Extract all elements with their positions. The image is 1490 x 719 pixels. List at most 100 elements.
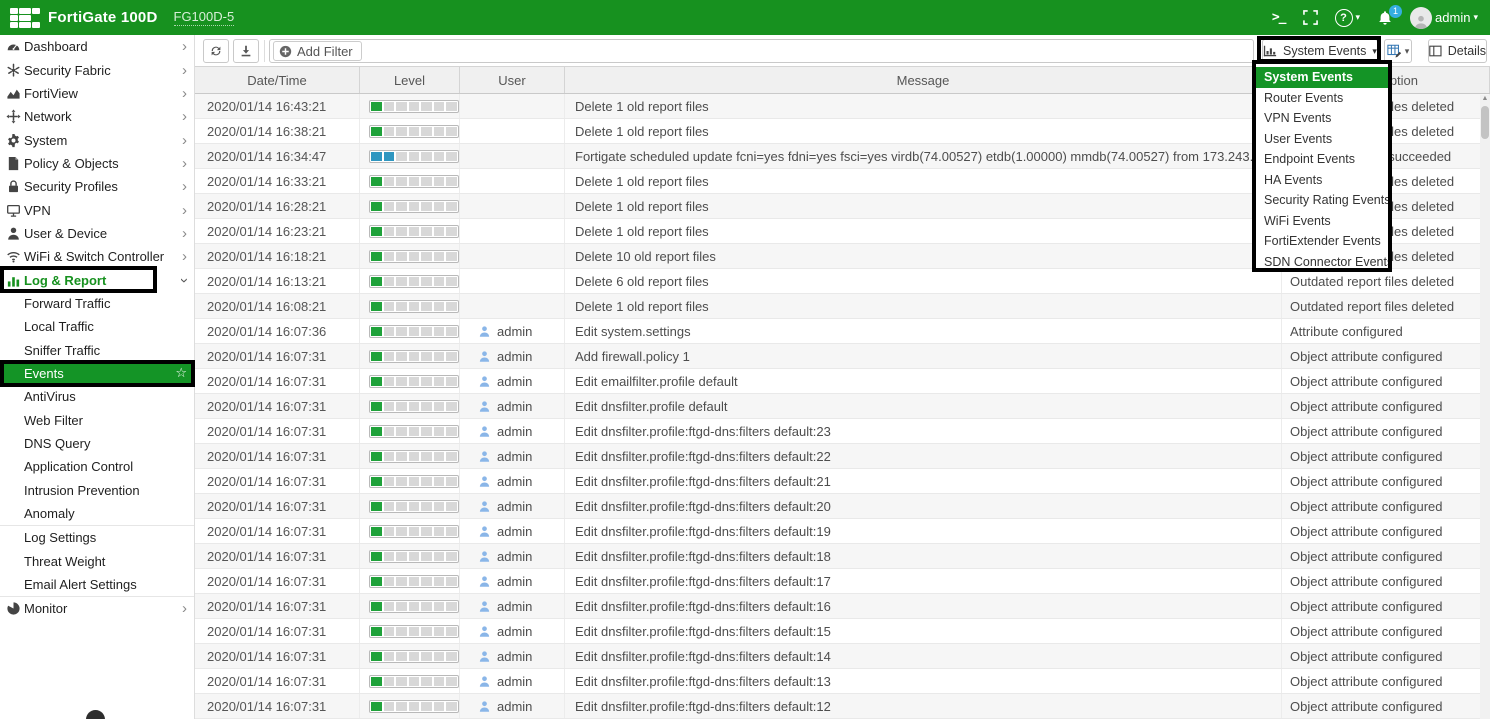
- column-header-user[interactable]: User: [460, 67, 565, 93]
- sidebar-item-dashboard[interactable]: Dashboard›: [0, 35, 194, 58]
- help-menu-button[interactable]: ? ▾: [1335, 9, 1361, 27]
- cell-message: Edit dnsfilter.profile:ftgd-dns:filters …: [565, 519, 1282, 543]
- chart-bars-icon: [6, 273, 21, 288]
- table-row[interactable]: 2020/01/14 16:07:31adminEdit dnsfilter.p…: [195, 494, 1490, 519]
- table-row[interactable]: 2020/01/14 16:13:21Delete 6 old report f…: [195, 269, 1490, 294]
- sidebar-item-events[interactable]: Events☆: [0, 362, 194, 385]
- filter-bar[interactable]: Add Filter: [269, 39, 1254, 63]
- cli-console-icon[interactable]: >_: [1272, 10, 1286, 25]
- table-row[interactable]: 2020/01/14 16:07:31adminEdit dnsfilter.p…: [195, 444, 1490, 469]
- sidebar-item-log-report[interactable]: Log & Report›: [0, 268, 194, 291]
- table-row[interactable]: 2020/01/14 16:07:31adminEdit dnsfilter.p…: [195, 394, 1490, 419]
- download-log-button[interactable]: [233, 39, 259, 63]
- refresh-button[interactable]: [203, 39, 229, 63]
- sidebar-item-security-fabric[interactable]: Security Fabric›: [0, 58, 194, 81]
- table-row[interactable]: 2020/01/14 16:07:31adminEdit dnsfilter.p…: [195, 569, 1490, 594]
- table-row[interactable]: 2020/01/14 16:07:31adminEdit dnsfilter.p…: [195, 519, 1490, 544]
- cell-message: Add firewall.policy 1: [565, 344, 1282, 368]
- table-row[interactable]: 2020/01/14 16:07:31adminEdit dnsfilter.p…: [195, 544, 1490, 569]
- sidebar-item-log-settings[interactable]: Log Settings: [0, 525, 194, 549]
- sidebar-item-email-alert-settings[interactable]: Email Alert Settings: [0, 573, 194, 596]
- cell-datetime: 2020/01/14 16:07:31: [195, 444, 360, 468]
- table-row[interactable]: 2020/01/14 16:07:36adminEdit system.sett…: [195, 319, 1490, 344]
- dropdown-item-security-rating-events[interactable]: Security Rating Events: [1256, 190, 1388, 211]
- cell-description: Object attribute configured: [1282, 594, 1490, 618]
- table-row[interactable]: 2020/01/14 16:07:31adminEdit dnsfilter.p…: [195, 694, 1490, 719]
- table-row[interactable]: 2020/01/14 16:07:31adminEdit emailfilter…: [195, 369, 1490, 394]
- add-filter-button[interactable]: Add Filter: [273, 41, 362, 61]
- dropdown-item-vpn-events[interactable]: VPN Events: [1256, 108, 1388, 129]
- table-row[interactable]: 2020/01/14 16:07:31adminEdit dnsfilter.p…: [195, 469, 1490, 494]
- dropdown-item-router-events[interactable]: Router Events: [1256, 88, 1388, 109]
- sidebar-item-label: Web Filter: [24, 413, 83, 428]
- sidebar-item-application-control[interactable]: Application Control: [0, 455, 194, 478]
- dropdown-item-sdn-connector-events[interactable]: SDN Connector Events: [1256, 252, 1388, 273]
- table-row[interactable]: 2020/01/14 16:07:31adminAdd firewall.pol…: [195, 344, 1490, 369]
- sidebar-item-web-filter[interactable]: Web Filter: [0, 409, 194, 432]
- table-row[interactable]: 2020/01/14 16:07:31adminEdit dnsfilter.p…: [195, 669, 1490, 694]
- sidebar-item-anomaly[interactable]: Anomaly: [0, 502, 194, 525]
- cell-message: Delete 1 old report files: [565, 194, 1282, 218]
- cell-level: [360, 619, 460, 643]
- scrollbar-track[interactable]: ▲: [1480, 95, 1490, 719]
- cell-message: Edit dnsfilter.profile:ftgd-dns:filters …: [565, 544, 1282, 568]
- sidebar-item-intrusion-prevention[interactable]: Intrusion Prevention: [0, 479, 194, 502]
- sidebar-item-system[interactable]: System›: [0, 128, 194, 151]
- sidebar-item-policy-objects[interactable]: Policy & Objects›: [0, 152, 194, 175]
- sidebar-item-user-device[interactable]: User & Device›: [0, 222, 194, 245]
- sidebar-item-dns-query[interactable]: DNS Query: [0, 432, 194, 455]
- user-menu-button[interactable]: admin ▾: [1410, 7, 1478, 29]
- sidebar-item-network[interactable]: Network›: [0, 105, 194, 128]
- cell-level: [360, 494, 460, 518]
- sidebar-item-sniffer-traffic[interactable]: Sniffer Traffic: [0, 338, 194, 361]
- sidebar-item-security-profiles[interactable]: Security Profiles›: [0, 175, 194, 198]
- scroll-up-icon[interactable]: ▲: [1480, 95, 1490, 103]
- level-bar: [369, 275, 459, 288]
- star-icon[interactable]: ☆: [175, 365, 187, 381]
- user-icon: [6, 226, 21, 241]
- sidebar-item-forward-traffic[interactable]: Forward Traffic: [0, 292, 194, 315]
- sidebar-item-antivirus[interactable]: AntiVirus: [0, 385, 194, 408]
- current-user-label: admin: [1435, 10, 1470, 25]
- dropdown-item-system-events[interactable]: System Events: [1256, 67, 1388, 88]
- user-icon: [478, 400, 491, 413]
- dropdown-item-fortiextender-events[interactable]: FortiExtender Events: [1256, 231, 1388, 252]
- caret-down-icon: ▾: [1405, 47, 1410, 56]
- dropdown-item-user-events[interactable]: User Events: [1256, 129, 1388, 150]
- details-toggle-button[interactable]: Details: [1428, 39, 1487, 63]
- cell-user: [460, 194, 565, 218]
- cell-datetime: 2020/01/14 16:34:47: [195, 144, 360, 168]
- cell-level: [360, 269, 460, 293]
- cell-message: Edit dnsfilter.profile:ftgd-dns:filters …: [565, 444, 1282, 468]
- fullscreen-icon[interactable]: [1303, 10, 1318, 25]
- sidebar-item-fortiview[interactable]: FortiView›: [0, 82, 194, 105]
- column-header-level[interactable]: Level: [360, 67, 460, 93]
- sidebar-item-threat-weight[interactable]: Threat Weight: [0, 550, 194, 573]
- cell-message: Edit dnsfilter.profile default: [565, 394, 1282, 418]
- cell-user: admin: [460, 694, 565, 718]
- notifications-button[interactable]: 1: [1377, 10, 1393, 26]
- dropdown-item-endpoint-events[interactable]: Endpoint Events: [1256, 149, 1388, 170]
- sidebar-item-monitor[interactable]: Monitor›: [0, 596, 194, 620]
- table-row[interactable]: 2020/01/14 16:07:31adminEdit dnsfilter.p…: [195, 619, 1490, 644]
- sidebar-item-vpn[interactable]: VPN›: [0, 198, 194, 221]
- cell-description: Object attribute configured: [1282, 344, 1490, 368]
- dropdown-item-wifi-events[interactable]: WiFi Events: [1256, 211, 1388, 232]
- dropdown-item-ha-events[interactable]: HA Events: [1256, 170, 1388, 191]
- column-header-date-time[interactable]: Date/Time: [195, 67, 360, 93]
- sidebar-item-label: Intrusion Prevention: [24, 483, 140, 498]
- scrollbar-thumb[interactable]: [1481, 106, 1489, 139]
- cell-level: [360, 369, 460, 393]
- table-row[interactable]: 2020/01/14 16:08:21Delete 1 old report f…: [195, 294, 1490, 319]
- table-row[interactable]: 2020/01/14 16:07:31adminEdit dnsfilter.p…: [195, 419, 1490, 444]
- chevron-right-icon: ›: [182, 63, 187, 78]
- cell-description: Object attribute configured: [1282, 394, 1490, 418]
- column-header-message[interactable]: Message: [565, 67, 1282, 93]
- cell-description: Object attribute configured: [1282, 669, 1490, 693]
- sidebar-item-local-traffic[interactable]: Local Traffic: [0, 315, 194, 338]
- table-row[interactable]: 2020/01/14 16:07:31adminEdit dnsfilter.p…: [195, 594, 1490, 619]
- sidebar-item-wifi-switch-controller[interactable]: WiFi & Switch Controller›: [0, 245, 194, 268]
- vpn-icon: [6, 203, 21, 218]
- table-row[interactable]: 2020/01/14 16:07:31adminEdit dnsfilter.p…: [195, 644, 1490, 669]
- user-icon: [478, 650, 491, 663]
